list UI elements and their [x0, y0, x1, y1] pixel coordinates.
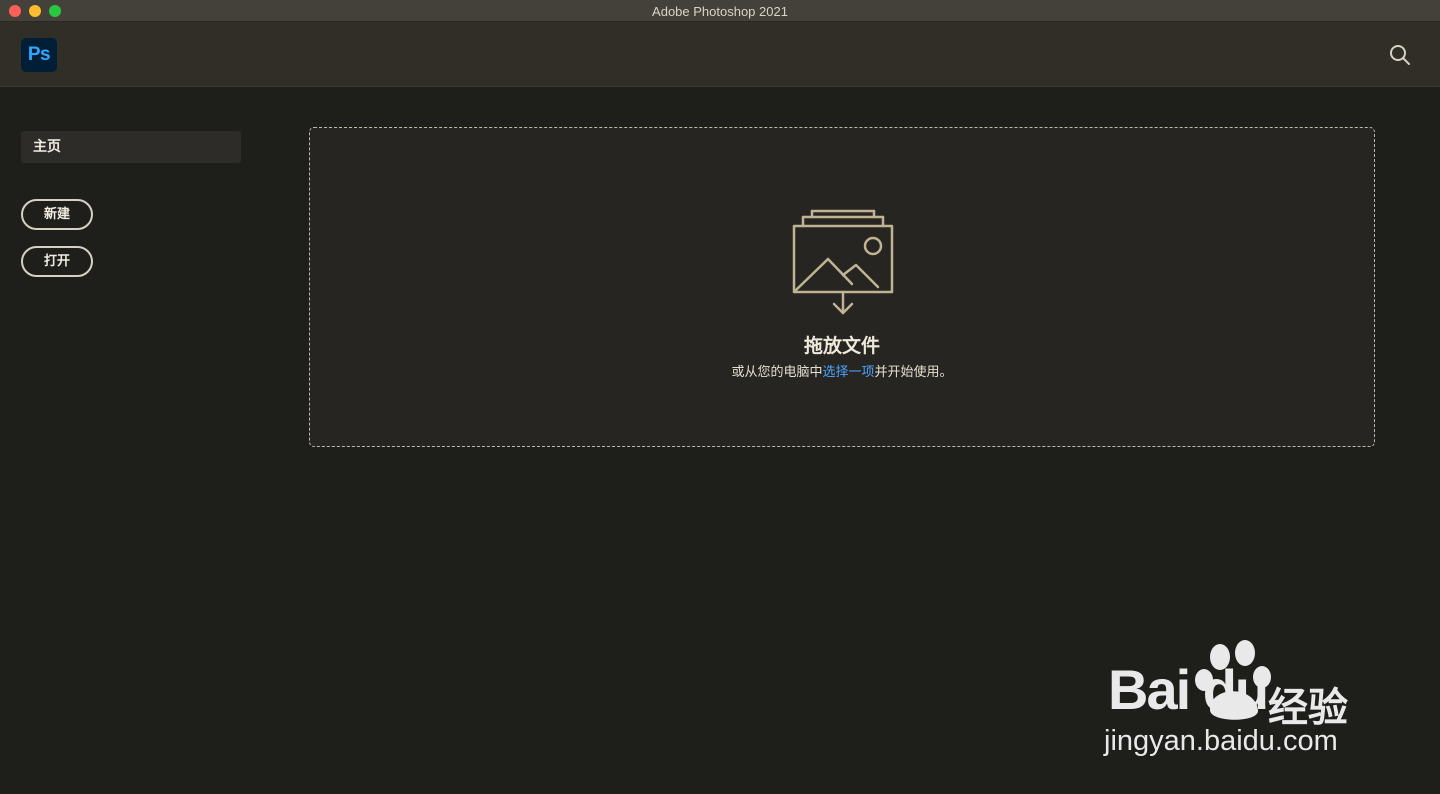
window-title: Adobe Photoshop 2021 [652, 4, 788, 19]
drop-title: 拖放文件 [803, 335, 880, 357]
watermark-url: jingyan.baidu.com [1104, 725, 1338, 757]
photoshop-logo: Ps [21, 38, 57, 72]
baidu-jingyan-watermark: Bai du 经验 jingyan.baidu.com [1100, 635, 1400, 765]
search-button[interactable] [1388, 43, 1412, 67]
drop-subtitle: 或从您的电脑中选择一项并开始使用。 [310, 361, 1374, 380]
watermark-brand: Bai du [1108, 658, 1269, 721]
app-header: Ps [0, 22, 1440, 87]
new-button[interactable]: 新建 [21, 199, 93, 230]
drop-subtitle-prefix: 或从您的电脑中 [731, 365, 823, 380]
sidebar-item-home[interactable]: 主页 [21, 131, 241, 163]
title-bar: Adobe Photoshop 2021 [0, 0, 1440, 22]
image-download-icon [792, 209, 894, 315]
select-file-link[interactable]: 选择一项 [822, 365, 874, 380]
search-icon [1390, 45, 1410, 65]
drop-zone[interactable]: 拖放文件 或从您的电脑中选择一项并开始使用。 [309, 127, 1375, 447]
open-button[interactable]: 打开 [21, 246, 93, 277]
drop-subtitle-suffix: 并开始使用。 [874, 365, 953, 380]
